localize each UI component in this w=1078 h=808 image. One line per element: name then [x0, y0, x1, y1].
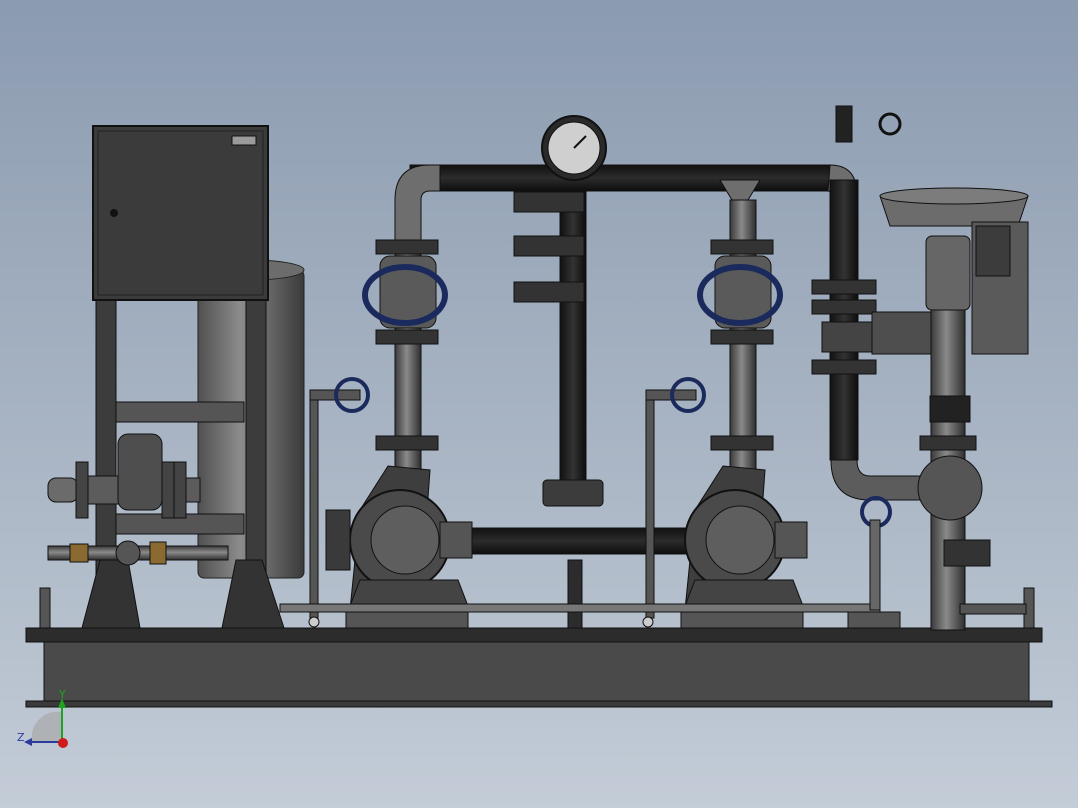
orientation-triad — [24, 698, 68, 748]
